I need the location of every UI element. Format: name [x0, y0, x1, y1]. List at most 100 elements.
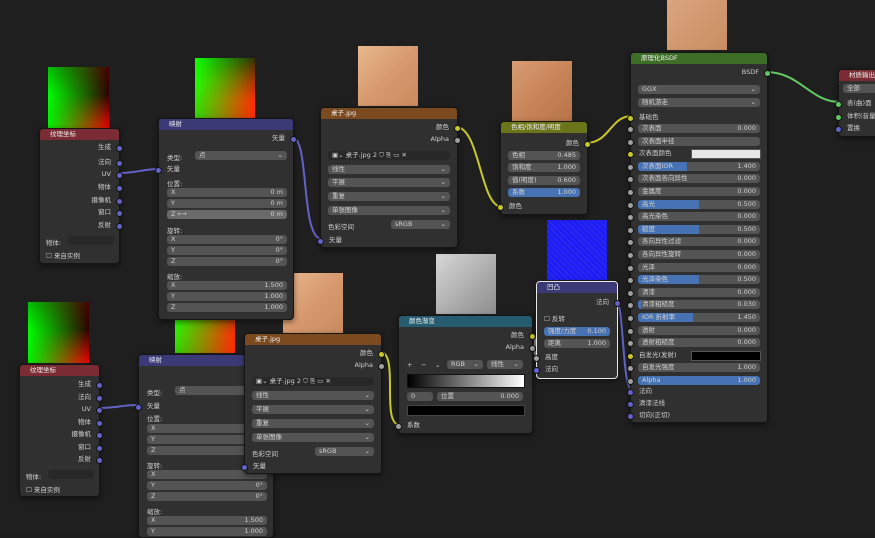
socket[interactable]: [627, 315, 634, 322]
socket[interactable]: [627, 189, 634, 196]
location-x[interactable]: X0 m: [167, 188, 287, 197]
scale-x[interactable]: X 1.500: [147, 516, 267, 525]
mapping-node-1[interactable]: 映射 矢量 类型: 点 ⌄ 矢量 位置: X0 m Y0 m Z ⟷ 0 m 旋转:…: [155, 118, 297, 320]
socket[interactable]: [627, 389, 634, 396]
socket[interactable]: [116, 210, 123, 217]
interpolation-dropdown[interactable]: 线性 ⌄: [487, 360, 523, 369]
object-picker[interactable]: [48, 470, 94, 479]
object-picker[interactable]: [68, 236, 114, 245]
extension-dropdown[interactable]: 重复 ⌄: [328, 192, 450, 201]
node-header[interactable]: 纹理坐标: [20, 365, 99, 376]
rotation-y[interactable]: Y 0°: [167, 246, 287, 255]
socket[interactable]: [614, 300, 621, 307]
socket[interactable]: [96, 445, 103, 452]
bsdf-param-field[interactable]: 次表面 0.000: [638, 124, 760, 133]
node-header[interactable]: 原理化BSDF: [631, 53, 767, 64]
socket[interactable]: [454, 125, 461, 132]
factor-field[interactable]: 系数 1.000: [508, 188, 580, 197]
socket[interactable]: [96, 432, 103, 439]
scale-y[interactable]: Y 1.000: [167, 292, 287, 301]
from-instancer-checkbox[interactable]: ☐ 来自实例: [26, 484, 60, 494]
source-dropdown[interactable]: 单张图像 ⌄: [252, 433, 374, 442]
socket[interactable]: [378, 363, 385, 370]
socket[interactable]: [627, 252, 634, 259]
socket[interactable]: [155, 167, 162, 174]
socket[interactable]: [764, 70, 771, 77]
socket[interactable]: [627, 214, 634, 222]
bsdf-param-field[interactable]: 透射粗糙度 0.000: [638, 338, 760, 348]
hue-saturation-value-node[interactable]: 色相/饱和度/明度 颜色 色相 0.485 饱和度 1.000 值(明度) 0.600…: [497, 121, 591, 215]
socket[interactable]: [627, 163, 634, 171]
socket[interactable]: [395, 423, 402, 430]
location-y[interactable]: Y0 m: [167, 199, 287, 208]
principled-bsdf-node[interactable]: 原理化BSDF BSDF GGX ⌄ 随机游走 ⌄ 基础色 法向 清漆法线 切向(正…: [627, 52, 771, 423]
socket[interactable]: [835, 126, 842, 133]
bsdf-param-field[interactable]: IOR 折射率 1.450: [638, 313, 760, 322]
socket[interactable]: [835, 101, 842, 108]
subsurface-method-dropdown[interactable]: 随机游走 ⌄: [638, 98, 760, 107]
scale-x[interactable]: X 1.500: [167, 281, 287, 290]
socket[interactable]: [627, 126, 634, 133]
socket[interactable]: [96, 457, 103, 464]
bsdf-param-field[interactable]: 光泽染色 0.500: [638, 275, 760, 285]
saturation-field[interactable]: 饱和度 1.000: [508, 163, 580, 172]
add-stop-button[interactable]: +: [407, 361, 412, 369]
socket[interactable]: [627, 264, 634, 272]
bsdf-param-field[interactable]: 清漆粗糙度 0.030: [638, 300, 760, 310]
socket[interactable]: [529, 345, 536, 352]
remove-stop-button[interactable]: −: [421, 361, 426, 369]
node-header[interactable]: 色相/饱和度/明度: [501, 122, 587, 133]
socket[interactable]: [627, 289, 634, 297]
socket[interactable]: [116, 185, 123, 192]
bsdf-param-field[interactable]: 清漆 0.000: [638, 287, 760, 297]
node-header[interactable]: 材质输出: [839, 70, 875, 81]
socket[interactable]: [116, 172, 123, 179]
bsdf-param-field[interactable]: 金属度 0.000: [638, 187, 760, 196]
stop-position-field[interactable]: 位置 0.000: [437, 392, 523, 401]
socket[interactable]: [627, 378, 634, 385]
value-field[interactable]: 值(明度) 0.600: [508, 176, 580, 185]
bsdf-param-field[interactable]: 各向异性过滤 0.000: [638, 237, 760, 247]
bsdf-param-field[interactable]: Alpha 1.000: [638, 376, 760, 385]
bsdf-param-field[interactable]: 高光染色 0.000: [638, 212, 760, 222]
strength-field[interactable]: 强度/力度 0.100: [544, 327, 610, 336]
color-ramp-node[interactable]: 颜色渐变 颜色 Alpha + − ⌄ RGB ⌄ 线性 ⌄ 0 位置 0.000 系…: [395, 315, 536, 434]
socket[interactable]: [497, 204, 504, 211]
socket[interactable]: [627, 365, 634, 373]
color-swatch[interactable]: [691, 350, 761, 361]
hue-field[interactable]: 色相 0.485: [508, 151, 580, 160]
stop-color-swatch[interactable]: [407, 405, 525, 416]
target-dropdown[interactable]: 全部: [843, 84, 875, 93]
node-header[interactable]: 桌子.jpg: [321, 108, 457, 119]
socket[interactable]: [627, 115, 634, 122]
type-dropdown[interactable]: 点⌄: [195, 151, 287, 160]
socket[interactable]: [317, 238, 324, 245]
socket[interactable]: [627, 413, 634, 420]
bsdf-param-field[interactable]: 自发光强度 1.000: [638, 363, 760, 373]
bump-node[interactable]: 凹凸 法向 ☐ 反转 强度/力度 0.100 距离 1.000 高度 法向: [533, 281, 621, 379]
bsdf-param-field[interactable]: 透射 0.000: [638, 325, 760, 335]
socket[interactable]: [378, 351, 385, 358]
extension-dropdown[interactable]: 重复 ⌄: [252, 419, 374, 428]
node-editor-canvas[interactable]: 纹理坐标 生成 法向 UV 物体 摄像机 窗口 反射 物体: ☐ 来自实例 映射…: [0, 0, 875, 538]
node-header[interactable]: 凹凸: [537, 282, 617, 293]
image-datablock[interactable]: ▣⌄ 桌子.jpg 2 ⛉ ⎘ ▭ ✕: [252, 377, 374, 386]
socket[interactable]: [627, 201, 634, 209]
image-datablock[interactable]: ▣⌄ 桌子.jpg 2 ⛉ ⎘ ▭ ✕: [328, 151, 450, 160]
socket[interactable]: [529, 333, 536, 340]
socket[interactable]: [116, 223, 123, 230]
node-header[interactable]: 桌子.jpg: [245, 334, 381, 345]
bsdf-param-field[interactable]: 次表面半径: [638, 136, 760, 146]
socket[interactable]: [116, 145, 123, 152]
location-z[interactable]: Z ⟷ 0 m: [167, 210, 287, 219]
socket[interactable]: [96, 407, 103, 414]
material-output-node[interactable]: 材质输出 全部 表(曲)面 体积(音量) 置换: [835, 69, 875, 137]
bsdf-param-field[interactable]: 光泽 0.000: [638, 262, 760, 272]
socket[interactable]: [533, 355, 540, 362]
socket[interactable]: [627, 176, 634, 184]
interpolation-dropdown[interactable]: 线性 ⌄: [328, 165, 450, 174]
projection-dropdown[interactable]: 平展 ⌄: [328, 178, 450, 187]
distance-field[interactable]: 距离 1.000: [544, 339, 610, 348]
socket[interactable]: [835, 114, 842, 121]
bsdf-param-field[interactable]: 次表面IOR 1.400: [638, 161, 760, 171]
